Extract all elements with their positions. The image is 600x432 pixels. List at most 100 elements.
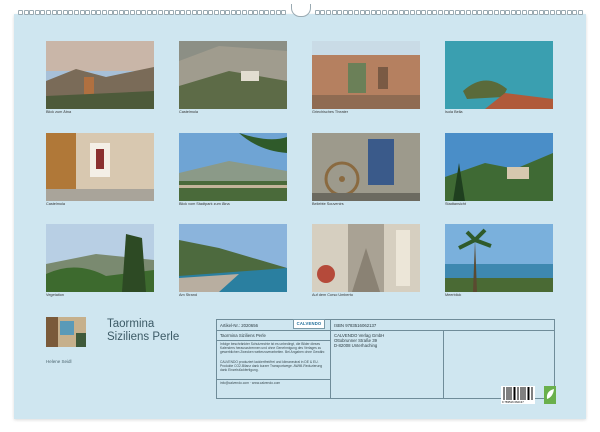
calendar-back-page: Blick zum Ätna Castelmola Griechisches T… xyxy=(14,4,586,419)
binding-hole xyxy=(572,10,578,15)
binding-hole xyxy=(124,10,130,15)
binding-hole xyxy=(365,10,371,15)
binding-hole xyxy=(331,10,337,15)
eco-notice: CALVENDO produziert lackiertfrei/frei un… xyxy=(220,360,323,373)
binding-hole xyxy=(326,10,331,15)
caption-7: Beliebte Souvenirs xyxy=(312,202,344,206)
caption-5: Castelmola xyxy=(46,202,65,206)
binding-hole xyxy=(141,10,147,15)
binding-hole xyxy=(527,10,533,15)
binding-hole xyxy=(247,10,253,15)
binding-hole xyxy=(460,10,466,15)
binding-hole xyxy=(174,10,180,15)
binding-hole xyxy=(432,10,438,15)
binding-hole xyxy=(438,10,443,15)
binding-hole xyxy=(320,10,326,15)
calvendo-logo: CALVENDO xyxy=(293,319,325,329)
title-line-1: Taormina xyxy=(107,318,155,330)
photo-etna-view xyxy=(46,41,154,109)
binding-hole xyxy=(219,10,225,15)
binding-hole xyxy=(494,10,499,15)
binding-hole xyxy=(163,10,169,15)
binding-hole xyxy=(118,10,124,15)
binding-hole xyxy=(236,10,242,15)
binding-hole xyxy=(186,10,191,15)
binding-hole xyxy=(18,10,23,15)
binding-hole xyxy=(74,10,79,15)
binding-hole xyxy=(376,10,382,15)
binding-hole xyxy=(566,10,572,15)
binding-hole xyxy=(90,10,96,15)
photo-vegetation xyxy=(46,224,154,292)
binding-hole xyxy=(29,10,35,15)
caption-2: Castelmola xyxy=(179,110,198,114)
photo-souvenirs xyxy=(312,133,420,201)
binding-hole xyxy=(23,10,29,15)
binding-hole xyxy=(34,10,40,15)
legal-notice: Infolge beschränkter Schutzrechte ist es… xyxy=(220,342,326,355)
binding-hole xyxy=(404,10,410,15)
binding-hole xyxy=(348,10,354,15)
binding-hole xyxy=(466,10,471,15)
binding-hole xyxy=(354,10,359,15)
article-number: Artikel-Nr.: 2020656 xyxy=(220,322,258,328)
caption-9: Vegetation xyxy=(46,293,64,297)
binding-hole xyxy=(242,10,247,15)
binding-hole xyxy=(544,10,550,15)
binding-hole xyxy=(180,10,186,15)
binding-hole xyxy=(510,10,516,15)
binding-hole xyxy=(522,10,527,15)
photo-isola-bella xyxy=(445,41,553,109)
binding-hole xyxy=(533,10,539,15)
isbn: ISBN 9783516062137 xyxy=(334,322,377,328)
binding-hole xyxy=(79,10,85,15)
binding-hole xyxy=(85,10,91,15)
binding-hole xyxy=(359,10,365,15)
binding-hole xyxy=(57,10,63,15)
binding-hole xyxy=(68,10,74,15)
caption-4: Isola Bella xyxy=(445,110,463,114)
info-divider-1 xyxy=(330,320,331,398)
caption-3: Griechisches Theater xyxy=(312,110,349,114)
binding-hole xyxy=(214,10,219,15)
binding-hole xyxy=(555,10,561,15)
photo-city-park-etna xyxy=(179,133,287,201)
binding-hole xyxy=(337,10,343,15)
contact-line: info@calvendo.com · www.calvendo.com xyxy=(220,381,281,385)
binding-hole xyxy=(130,10,135,15)
spiral-binding xyxy=(14,4,586,20)
binding-hole xyxy=(426,10,432,15)
barcode-number: 9 783516 062137 xyxy=(502,400,524,404)
binding-hole xyxy=(449,10,455,15)
calendar-name: Taormina Siziliens Perle xyxy=(220,333,266,338)
binding-hole xyxy=(454,10,460,15)
info-divider-3 xyxy=(217,379,330,380)
binding-hole xyxy=(482,10,488,15)
binding-hole xyxy=(488,10,494,15)
binding-hole xyxy=(102,10,107,15)
binding-hole xyxy=(169,10,175,15)
binding-hole xyxy=(258,10,264,15)
binding-hole xyxy=(281,10,287,15)
title-line-2: Siziliens Perle xyxy=(107,331,180,343)
binding-hole xyxy=(578,10,583,15)
binding-hole xyxy=(370,10,376,15)
binding-hole xyxy=(410,10,415,15)
binding-hole xyxy=(342,10,348,15)
binding-hole xyxy=(96,10,102,15)
binding-hole xyxy=(550,10,555,15)
binding-hole xyxy=(443,10,449,15)
caption-8: Stadtansicht xyxy=(445,202,466,206)
info-divider-2 xyxy=(443,330,444,398)
binding-hole xyxy=(146,10,152,15)
photo-city-view xyxy=(445,133,553,201)
barcode-bars xyxy=(503,387,533,400)
binding-hole xyxy=(253,10,259,15)
photo-castelmola-1 xyxy=(179,41,287,109)
binding-hole xyxy=(46,10,51,15)
binding-hole xyxy=(415,10,421,15)
binding-hole xyxy=(225,10,231,15)
binding-hole xyxy=(62,10,68,15)
binding-hole xyxy=(191,10,197,15)
eco-badge-icon xyxy=(544,386,556,404)
